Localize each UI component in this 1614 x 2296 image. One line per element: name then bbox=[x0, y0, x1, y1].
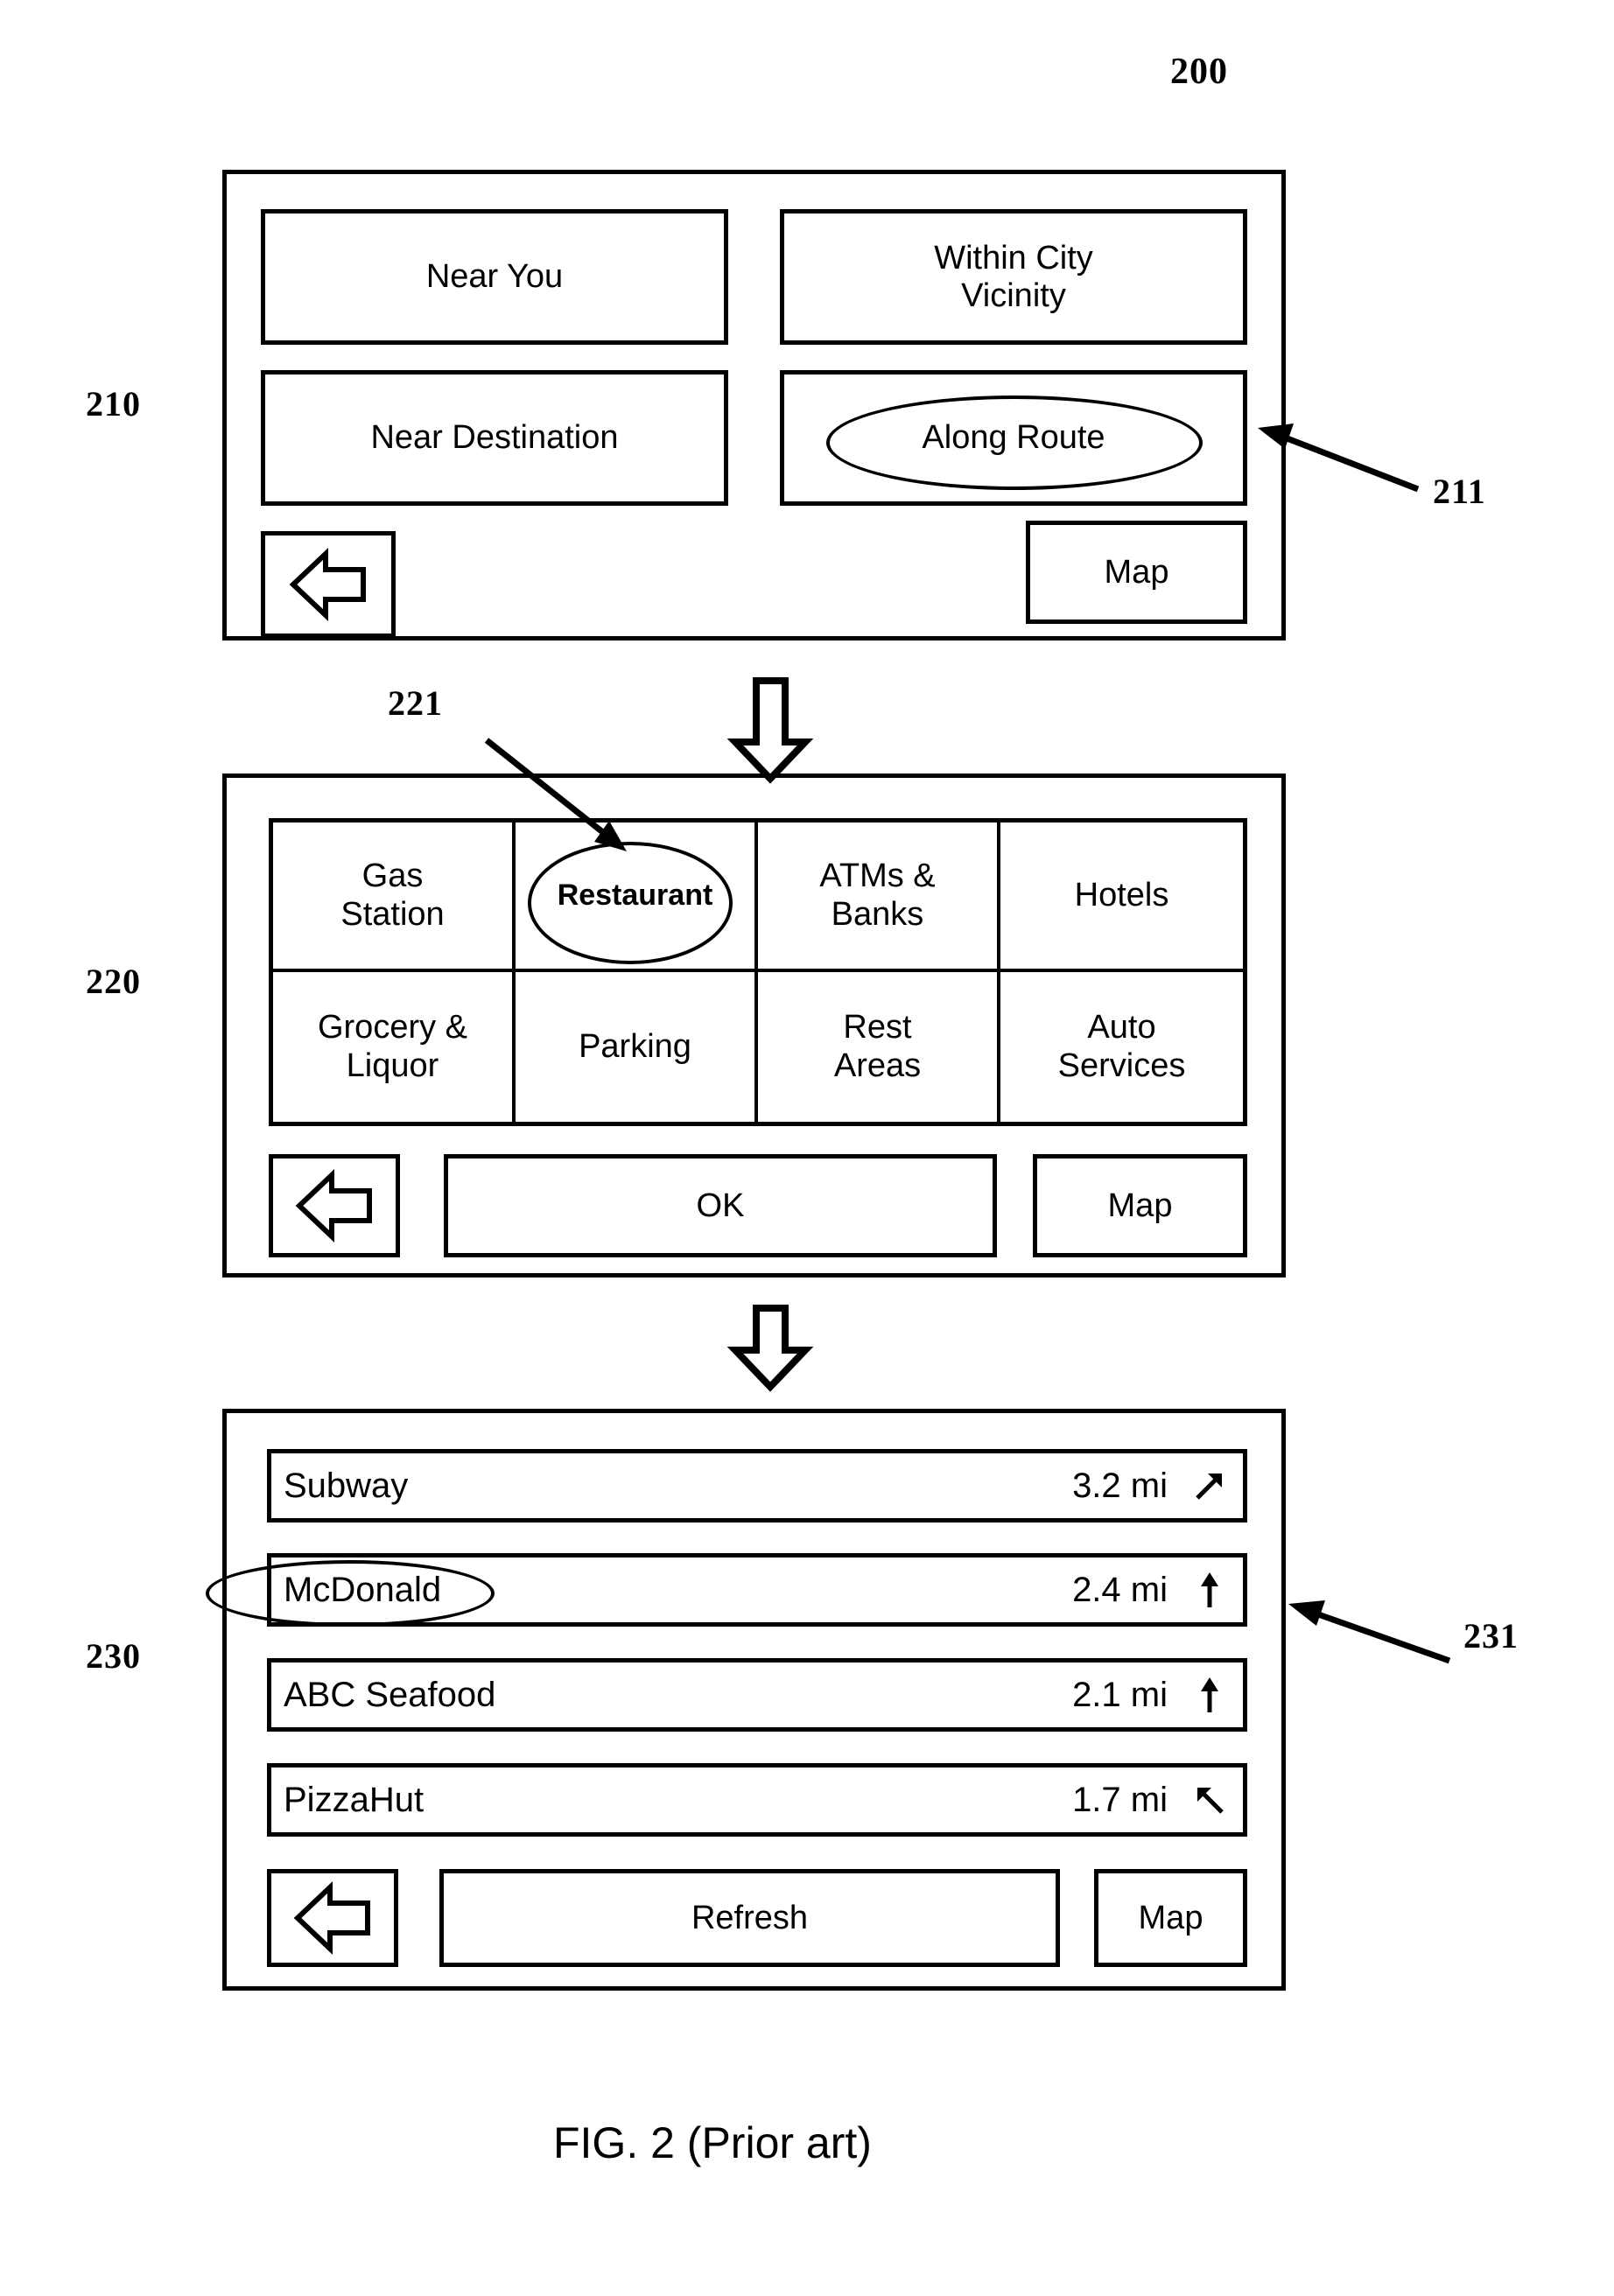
search-scope-screen: Near You Within City Vicinity Near Desti… bbox=[222, 170, 1286, 640]
back-button-220[interactable] bbox=[269, 1154, 400, 1257]
category-rest-areas-label: Rest Areas bbox=[833, 1009, 922, 1084]
category-hotels[interactable]: Hotels bbox=[1000, 822, 1243, 972]
category-screen: Gas Station Restaurant ATMs & Banks Hote… bbox=[222, 774, 1286, 1278]
category-parking-label: Parking bbox=[579, 1027, 691, 1065]
category-hotels-label: Hotels bbox=[1074, 876, 1169, 914]
near-destination-label: Near Destination bbox=[370, 419, 619, 457]
figure-caption: FIG. 2 (Prior art) bbox=[553, 2118, 872, 2167]
result-name-subway: Subway bbox=[284, 1466, 409, 1505]
callout-reference-221: 221 bbox=[388, 683, 443, 723]
map-label-230: Map bbox=[1138, 1899, 1203, 1936]
result-distance-pizzahut: 1.7 mi bbox=[1072, 1780, 1168, 1819]
flow-arrow-210-to-220 bbox=[726, 677, 814, 784]
map-label-220: Map bbox=[1107, 1186, 1173, 1224]
near-you-label: Near You bbox=[425, 258, 564, 296]
map-label-210: Map bbox=[1104, 553, 1169, 591]
category-atms-banks[interactable]: ATMs & Banks bbox=[758, 822, 1000, 972]
arrow-up-right-icon bbox=[1190, 1468, 1229, 1503]
screen-reference-220: 220 bbox=[86, 962, 141, 1001]
arrow-up-left-icon bbox=[1190, 1782, 1229, 1817]
back-button-230[interactable] bbox=[267, 1869, 398, 1967]
result-row-mcdonald[interactable]: McDonald 2.4 mi bbox=[267, 1553, 1247, 1627]
back-arrow-icon bbox=[289, 548, 366, 621]
screen-reference-230: 230 bbox=[86, 1636, 141, 1676]
result-name-pizzahut: PizzaHut bbox=[284, 1780, 425, 1819]
category-auto-services[interactable]: Auto Services bbox=[1000, 972, 1243, 1122]
back-arrow-icon bbox=[295, 1169, 372, 1242]
within-city-vicinity-button[interactable]: Within City Vicinity bbox=[780, 209, 1247, 345]
category-grid: Gas Station Restaurant ATMs & Banks Hote… bbox=[269, 818, 1247, 1126]
category-gas-station[interactable]: Gas Station bbox=[273, 822, 516, 972]
result-name-abc-seafood: ABC Seafood bbox=[284, 1675, 496, 1714]
arrow-up-icon bbox=[1190, 1571, 1229, 1609]
result-distance-mcdonald: 2.4 mi bbox=[1072, 1570, 1168, 1609]
callout-reference-211: 211 bbox=[1433, 472, 1486, 511]
refresh-button[interactable]: Refresh bbox=[439, 1869, 1060, 1967]
results-screen: Subway 3.2 mi McDonald 2.4 mi ABC Seafoo… bbox=[206, 1409, 1286, 1991]
result-name-mcdonald: McDonald bbox=[284, 1570, 442, 1609]
category-grocery-liquor-label: Grocery & Liquor bbox=[317, 1009, 468, 1084]
result-row-abc-seafood[interactable]: ABC Seafood 2.1 mi bbox=[267, 1658, 1247, 1732]
ok-button[interactable]: OK bbox=[444, 1154, 997, 1257]
along-route-button[interactable]: Along Route bbox=[780, 370, 1247, 506]
result-distance-subway: 3.2 mi bbox=[1072, 1466, 1168, 1505]
back-button[interactable] bbox=[261, 531, 396, 638]
category-restaurant-label: Restaurant bbox=[557, 878, 713, 913]
map-button-220[interactable]: Map bbox=[1033, 1154, 1247, 1257]
figure-reference-200: 200 bbox=[1170, 52, 1228, 92]
arrow-up-icon bbox=[1190, 1676, 1229, 1714]
along-route-label: Along Route bbox=[922, 419, 1105, 457]
callout-leader-231 bbox=[1288, 1600, 1451, 1664]
result-row-subway[interactable]: Subway 3.2 mi bbox=[267, 1449, 1247, 1522]
screen-reference-210: 210 bbox=[86, 384, 141, 424]
category-grocery-liquor[interactable]: Grocery & Liquor bbox=[273, 972, 516, 1122]
category-rest-areas[interactable]: Rest Areas bbox=[758, 972, 1000, 1122]
map-button-230[interactable]: Map bbox=[1094, 1869, 1247, 1967]
ok-label: OK bbox=[696, 1186, 745, 1224]
back-arrow-icon bbox=[293, 1881, 370, 1955]
near-you-button[interactable]: Near You bbox=[261, 209, 728, 345]
result-distance-abc-seafood: 2.1 mi bbox=[1072, 1675, 1168, 1714]
category-gas-station-label: Gas Station bbox=[340, 858, 445, 933]
map-button-210[interactable]: Map bbox=[1026, 521, 1247, 624]
category-restaurant[interactable]: Restaurant bbox=[516, 822, 758, 972]
category-auto-services-label: Auto Services bbox=[1057, 1009, 1186, 1084]
flow-arrow-220-to-230 bbox=[726, 1305, 814, 1392]
near-destination-button[interactable]: Near Destination bbox=[261, 370, 728, 506]
refresh-label: Refresh bbox=[691, 1899, 809, 1936]
category-atms-banks-label: ATMs & Banks bbox=[819, 858, 936, 933]
callout-reference-231: 231 bbox=[1463, 1616, 1519, 1656]
category-parking[interactable]: Parking bbox=[516, 972, 758, 1122]
within-city-vicinity-label: Within City Vicinity bbox=[934, 239, 1093, 314]
result-row-pizzahut[interactable]: PizzaHut 1.7 mi bbox=[267, 1763, 1247, 1837]
